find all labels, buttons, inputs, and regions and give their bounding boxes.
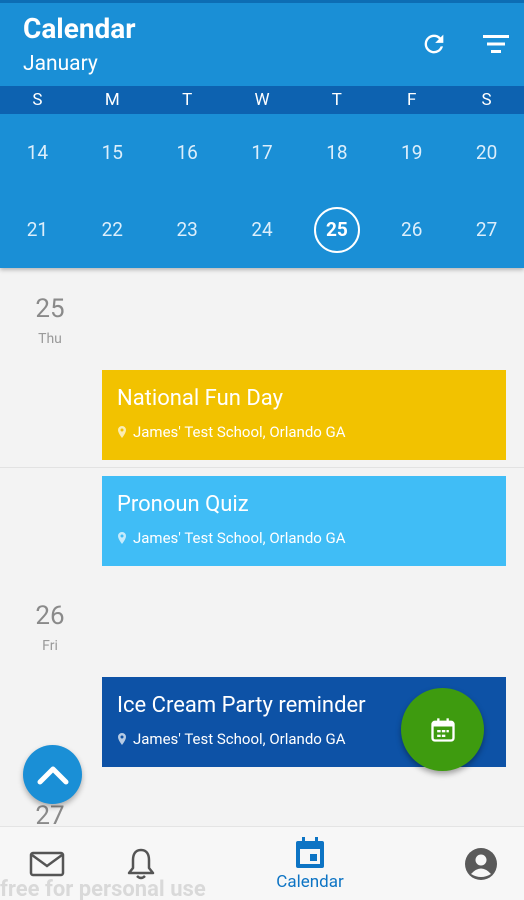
nav-profile[interactable] bbox=[456, 827, 506, 900]
day-cell[interactable]: 27 bbox=[449, 192, 524, 268]
mail-icon bbox=[29, 851, 65, 877]
location-pin-icon bbox=[118, 532, 126, 544]
chevron-up-icon bbox=[37, 766, 68, 784]
day-cell[interactable]: 26 bbox=[374, 192, 449, 268]
nav-messages[interactable] bbox=[22, 827, 72, 900]
day-cell[interactable]: 15 bbox=[75, 115, 150, 191]
day-cell[interactable]: 19 bbox=[374, 115, 449, 191]
day-cell[interactable]: 21 bbox=[0, 192, 75, 268]
agenda-date-number: 25 bbox=[35, 294, 65, 324]
calendar-header: Calendar January S M T W T F S 14 15 16 … bbox=[0, 0, 524, 268]
day-cell-selected[interactable]: 25 bbox=[299, 192, 374, 268]
weekday-label: S bbox=[32, 90, 43, 110]
weekday-label: F bbox=[407, 90, 417, 110]
bottom-navigation: free for personal use Calendar bbox=[0, 826, 524, 900]
event-location: James' Test School, Orlando GA bbox=[117, 423, 491, 441]
event-title: Pronoun Quiz bbox=[117, 492, 249, 517]
weekday-label: M bbox=[104, 90, 120, 110]
week-row: 14 15 16 17 18 19 20 bbox=[0, 115, 524, 191]
day-cell[interactable]: 14 bbox=[0, 115, 75, 191]
month-label[interactable]: January bbox=[23, 52, 98, 76]
weekday-label: T bbox=[182, 90, 193, 110]
agenda-date-number: 27 bbox=[35, 801, 65, 826]
weekday-label: T bbox=[331, 90, 342, 110]
week-row: 21 22 23 24 25 26 27 bbox=[0, 192, 524, 268]
event-title: National Fun Day bbox=[117, 386, 283, 411]
scroll-to-top-button[interactable] bbox=[23, 745, 82, 804]
bell-icon bbox=[127, 848, 155, 880]
calendar-add-icon bbox=[430, 717, 455, 742]
agenda-date-weekday: Thu bbox=[38, 331, 62, 347]
event-card[interactable]: National Fun Day James' Test School, Orl… bbox=[102, 370, 506, 460]
agenda-date-weekday: Fri bbox=[42, 638, 58, 654]
location-pin-icon bbox=[118, 426, 126, 438]
event-card[interactable]: Pronoun Quiz James' Test School, Orlando… bbox=[102, 476, 506, 566]
day-cell[interactable]: 16 bbox=[150, 115, 225, 191]
day-cell[interactable]: 18 bbox=[299, 115, 374, 191]
calendar-icon bbox=[296, 837, 324, 868]
agenda-date-number: 26 bbox=[35, 601, 65, 631]
nav-calendar-label: Calendar bbox=[276, 872, 344, 892]
page-title: Calendar bbox=[23, 12, 136, 45]
status-bar-strip bbox=[0, 0, 524, 3]
nav-notifications[interactable] bbox=[116, 827, 166, 900]
filter-icon[interactable] bbox=[480, 28, 512, 60]
profile-icon bbox=[465, 848, 497, 880]
divider bbox=[0, 467, 524, 468]
day-cell[interactable]: 22 bbox=[75, 192, 150, 268]
day-cell[interactable]: 20 bbox=[449, 115, 524, 191]
location-pin-icon bbox=[118, 733, 126, 745]
day-cell[interactable]: 17 bbox=[225, 115, 300, 191]
weekday-bar: S M T W T F S bbox=[0, 86, 524, 114]
weekday-label: S bbox=[481, 90, 492, 110]
day-cell[interactable]: 24 bbox=[225, 192, 300, 268]
refresh-icon[interactable] bbox=[418, 28, 450, 60]
weekday-label: W bbox=[254, 90, 270, 110]
day-cell[interactable]: 23 bbox=[150, 192, 225, 268]
add-event-button[interactable] bbox=[401, 688, 484, 771]
nav-calendar[interactable]: Calendar bbox=[262, 827, 358, 900]
event-location: James' Test School, Orlando GA bbox=[117, 529, 491, 547]
